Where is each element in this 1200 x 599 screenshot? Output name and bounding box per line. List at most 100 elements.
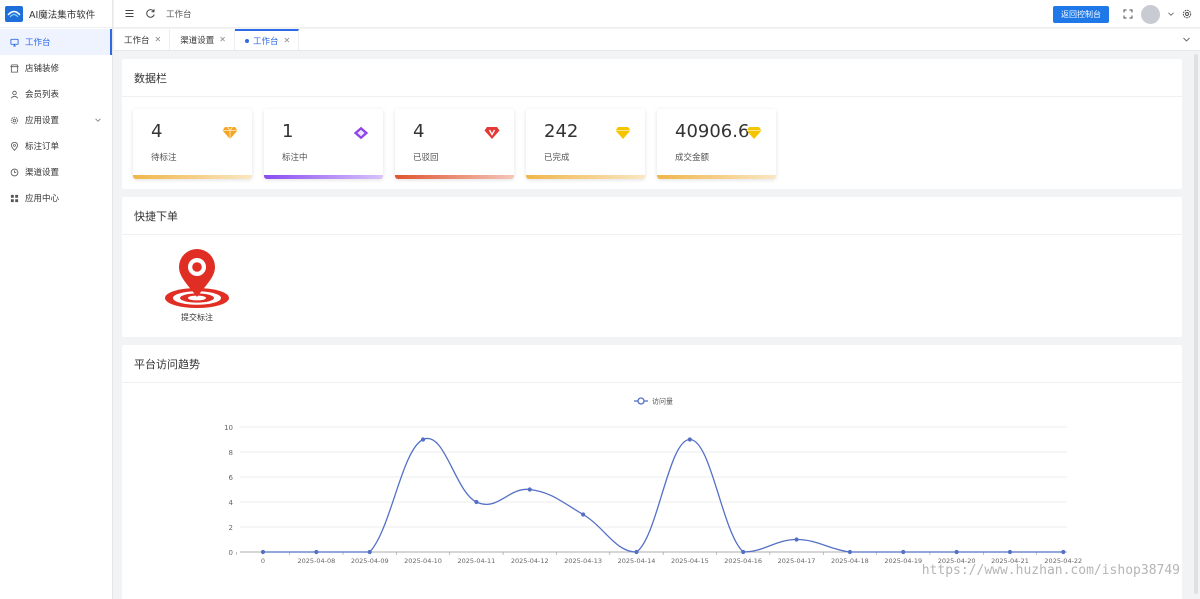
x-tick-label: 2025-04-17 — [778, 557, 816, 565]
legend-label[interactable]: 访问量 — [652, 397, 673, 406]
stat-card-pending[interactable]: 4 待标注 — [133, 109, 252, 179]
diamond-icon — [484, 127, 500, 139]
y-tick-label: 10 — [224, 424, 233, 432]
stat-label: 成交金额 — [675, 153, 710, 163]
x-tick-label: 2025-04-13 — [564, 557, 602, 565]
submit-label-shortcut[interactable]: 提交标注 — [162, 247, 232, 323]
data-point[interactable] — [527, 487, 532, 492]
tab-label: 工作台 — [252, 36, 279, 47]
diamond-icon — [353, 126, 369, 140]
tab-channel-settings[interactable]: 渠道设置 ✕ — [170, 29, 235, 50]
stat-value: 40906.6 — [675, 121, 750, 142]
tabs-dropdown-icon[interactable] — [1182, 35, 1191, 44]
clock-icon — [9, 167, 19, 177]
sidebar-item-store-decoration[interactable]: 店铺装修 — [0, 55, 112, 81]
app-logo[interactable]: AI魔法集市软件 — [0, 0, 112, 28]
data-panel-title: 数据栏 — [122, 59, 1182, 97]
stat-label: 标注中 — [282, 153, 308, 163]
stat-card-in-progress[interactable]: 1 标注中 — [264, 109, 383, 179]
sidebar-item-members[interactable]: 会员列表 — [0, 81, 112, 107]
stat-card-completed[interactable]: 242 已完成 — [526, 109, 645, 179]
header-actions: 返回控制台 — [1053, 0, 1200, 28]
logo-icon — [5, 5, 23, 22]
back-to-console-button[interactable]: 返回控制台 — [1053, 5, 1109, 23]
settings-icon — [9, 115, 19, 125]
sidebar-item-label: 会员列表 — [25, 90, 60, 100]
y-tick-label: 0 — [229, 549, 233, 557]
data-point[interactable] — [741, 549, 746, 555]
sidebar-item-label: 店铺装修 — [25, 64, 60, 74]
sidebar-item-label: 标注订单 — [25, 142, 60, 152]
data-point[interactable] — [1061, 549, 1066, 555]
diamond-icon — [615, 127, 631, 139]
data-point[interactable] — [474, 499, 479, 505]
avatar[interactable] — [1141, 4, 1160, 24]
data-point[interactable] — [581, 512, 586, 517]
stat-label: 已驳回 — [413, 153, 439, 163]
sidebar-item-app-center[interactable]: 应用中心 — [0, 185, 112, 211]
x-tick-label: 2025-04-08 — [297, 557, 335, 565]
main-content: 数据栏 4 待标注 1 标注中 4 已驳回 242 已完成 40906.6 成交… — [122, 59, 1182, 599]
data-point[interactable] — [847, 549, 853, 555]
stat-bar — [264, 175, 383, 179]
close-icon[interactable]: ✕ — [219, 35, 226, 44]
user-icon — [9, 89, 19, 99]
legend-marker — [637, 397, 645, 405]
grid-icon — [9, 193, 19, 203]
y-tick-label: 8 — [229, 449, 233, 457]
tab-label: 工作台 — [124, 35, 150, 46]
quick-order-panel: 快捷下单 提交标注 — [122, 197, 1182, 337]
quick-order-title: 快捷下单 — [122, 197, 1182, 235]
stat-label: 待标注 — [151, 153, 177, 163]
data-point[interactable] — [367, 549, 372, 555]
series-line — [263, 437, 1064, 553]
data-point[interactable] — [1007, 549, 1013, 555]
sidebar-item-app-settings[interactable]: 应用设置 — [0, 107, 112, 133]
y-tick-label: 6 — [229, 474, 234, 482]
fullscreen-icon[interactable] — [1123, 9, 1133, 19]
diamond-icon — [222, 126, 238, 139]
gear-icon[interactable] — [1182, 9, 1192, 19]
stat-value: 4 — [151, 121, 163, 142]
data-point[interactable] — [901, 549, 906, 555]
data-point[interactable] — [687, 437, 692, 442]
chevron-down-icon[interactable] — [1166, 9, 1176, 19]
refresh-icon[interactable] — [144, 8, 156, 20]
data-point[interactable] — [420, 437, 426, 442]
tab-workbench[interactable]: 工作台 ✕ — [114, 29, 171, 50]
close-icon[interactable]: ✕ — [283, 36, 290, 45]
data-point[interactable] — [260, 549, 266, 555]
stat-bar — [657, 175, 776, 179]
diamond-icon — [746, 127, 762, 139]
x-tick-label: 2025-04-09 — [351, 557, 389, 565]
breadcrumb: 工作台 — [166, 9, 192, 20]
stat-card-rejected[interactable]: 4 已驳回 — [395, 109, 514, 179]
store-icon — [9, 63, 19, 73]
x-tick-label: 2025-04-15 — [671, 557, 709, 565]
monitor-icon — [9, 37, 19, 47]
stat-value: 1 — [282, 121, 294, 142]
sidebar-menu: 工作台 店铺装修 会员列表 应用设置 标注订单 渠道设置 应用中心 — [0, 28, 112, 211]
sidebar-item-workbench[interactable]: 工作台 — [0, 29, 112, 55]
sidebar-item-label-orders[interactable]: 标注订单 — [0, 133, 112, 159]
stat-card-revenue[interactable]: 40906.6 成交金额 — [657, 109, 776, 179]
data-point[interactable] — [634, 549, 639, 555]
trend-panel-title: 平台访问趋势 — [122, 345, 1182, 383]
data-point[interactable] — [954, 549, 959, 555]
sidebar-item-channel-settings[interactable]: 渠道设置 — [0, 159, 112, 185]
close-icon[interactable]: ✕ — [155, 35, 162, 44]
data-point[interactable] — [314, 549, 319, 555]
data-point[interactable] — [794, 537, 799, 542]
stat-bar — [526, 175, 645, 179]
sidebar: AI魔法集市软件 工作台 店铺装修 会员列表 应用设置 标注订单 渠道设置 应用… — [0, 0, 113, 599]
x-tick-label: 2025-04-16 — [724, 557, 762, 565]
sidebar-item-label: 应用设置 — [25, 116, 60, 126]
chevron-down-icon — [95, 118, 101, 122]
sidebar-item-label: 工作台 — [25, 38, 51, 48]
menu-toggle-icon[interactable] — [123, 8, 135, 20]
x-tick-label: 2025-04-12 — [511, 557, 549, 565]
stat-value: 4 — [413, 121, 425, 142]
scrollbar[interactable] — [1194, 54, 1198, 594]
tab-workbench-active[interactable]: 工作台 ✕ — [234, 29, 300, 50]
stat-cards: 4 待标注 1 标注中 4 已驳回 242 已完成 40906.6 成交金额 — [122, 97, 1182, 189]
